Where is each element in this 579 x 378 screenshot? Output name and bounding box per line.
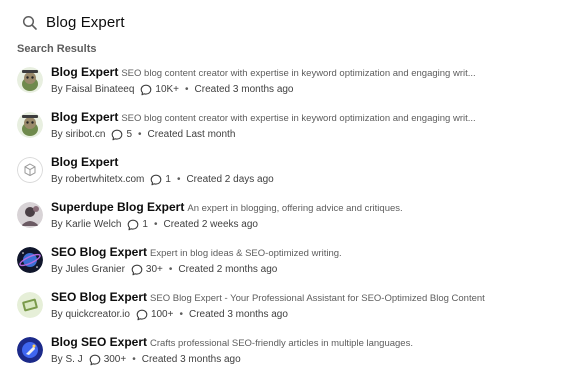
chat-bubble-icon <box>89 354 101 366</box>
conversation-count: 5 <box>126 129 133 140</box>
result-description: Crafts professional SEO-friendly article… <box>150 338 413 349</box>
result-item[interactable]: Superdupe Blog Expert An expert in bloggi… <box>15 198 575 243</box>
chat-bubble-icon <box>136 309 148 321</box>
chat-bubble-icon <box>150 174 162 186</box>
search-icon <box>22 15 37 30</box>
chat-bubble-icon <box>111 129 123 141</box>
result-description: SEO Blog Expert - Your Professional Assi… <box>150 293 485 304</box>
result-author: By robertwhitetx.com <box>51 174 145 185</box>
result-item[interactable]: Blog Expert SEO blog content creator with… <box>15 108 575 153</box>
conversation-count: 100+ <box>150 309 174 320</box>
created-date: Created Last month <box>147 129 236 140</box>
result-title: Blog SEO Expert <box>51 335 148 349</box>
separator-dot: • <box>168 264 173 275</box>
gpt-avatar <box>17 112 43 138</box>
search-bar[interactable]: Blog Expert <box>22 14 125 31</box>
result-description: Expert in blog ideas & SEO-optimized wri… <box>150 248 342 259</box>
gpt-avatar <box>17 337 43 363</box>
result-author: By siribot.cn <box>51 129 106 140</box>
result-author: By Faisal Binateeq <box>51 84 135 95</box>
result-item[interactable]: Blog Expert SEO blog content creator with… <box>15 63 575 108</box>
section-label: Search Results <box>17 43 97 55</box>
conversation-count: 1 <box>165 174 171 185</box>
conversation-count: 30+ <box>145 264 163 275</box>
separator-dot: • <box>138 129 142 140</box>
result-title: SEO Blog Expert <box>51 290 148 304</box>
result-item[interactable]: Blog SEO Expert Crafts professional SEO-f… <box>15 333 575 378</box>
created-date: Created 2 weeks ago <box>163 219 258 230</box>
result-item[interactable]: SEO Blog Expert SEO Blog Expert - Your Pr… <box>15 288 575 333</box>
separator-dot: • <box>153 219 158 230</box>
result-title: Blog Expert <box>51 155 119 169</box>
conversation-count: 10K+ <box>155 84 180 95</box>
gpt-avatar <box>17 202 43 228</box>
result-description: SEO blog content creator with expertise … <box>121 68 476 79</box>
created-date: Created 2 months ago <box>178 264 278 275</box>
created-date: Created 2 days ago <box>186 174 274 185</box>
chat-bubble-icon <box>127 219 139 231</box>
separator-dot: • <box>132 354 136 365</box>
created-date: Created 3 months ago <box>141 354 241 365</box>
result-author: By quickcreator.io <box>51 309 130 320</box>
gpt-avatar <box>17 247 43 273</box>
conversation-count: 300+ <box>103 354 127 365</box>
result-author: By S. J <box>51 354 83 365</box>
created-date: Created 3 months ago <box>194 84 294 95</box>
result-title: Blog Expert <box>51 65 119 79</box>
separator-dot: • <box>185 84 189 95</box>
gpt-avatar <box>17 292 43 318</box>
chat-bubble-icon <box>131 264 143 276</box>
gpt-avatar <box>17 157 43 183</box>
result-title: Superdupe Blog Expert <box>51 200 185 214</box>
result-title: SEO Blog Expert <box>51 245 148 259</box>
result-author: By Jules Granier <box>51 264 125 275</box>
gpt-avatar <box>17 67 43 93</box>
result-author: By Karlie Welch <box>51 219 122 230</box>
separator-dot: • <box>179 309 183 320</box>
chat-bubble-icon <box>140 84 152 96</box>
result-item[interactable]: SEO Blog Expert Expert in blog ideas & SE… <box>15 243 575 288</box>
search-input[interactable]: Blog Expert <box>46 14 125 31</box>
results-list: Blog Expert SEO blog content creator with… <box>15 63 575 378</box>
result-description: SEO blog content creator with expertise … <box>121 113 476 124</box>
conversation-count: 1 <box>142 219 148 230</box>
result-title: Blog Expert <box>51 110 119 124</box>
result-description: An expert in blogging, offering advice a… <box>187 203 403 214</box>
result-item[interactable]: Blog Expert By robertwhitetx.com 1 • Created… <box>15 153 575 198</box>
separator-dot: • <box>176 174 181 185</box>
created-date: Created 3 months ago <box>188 309 288 320</box>
